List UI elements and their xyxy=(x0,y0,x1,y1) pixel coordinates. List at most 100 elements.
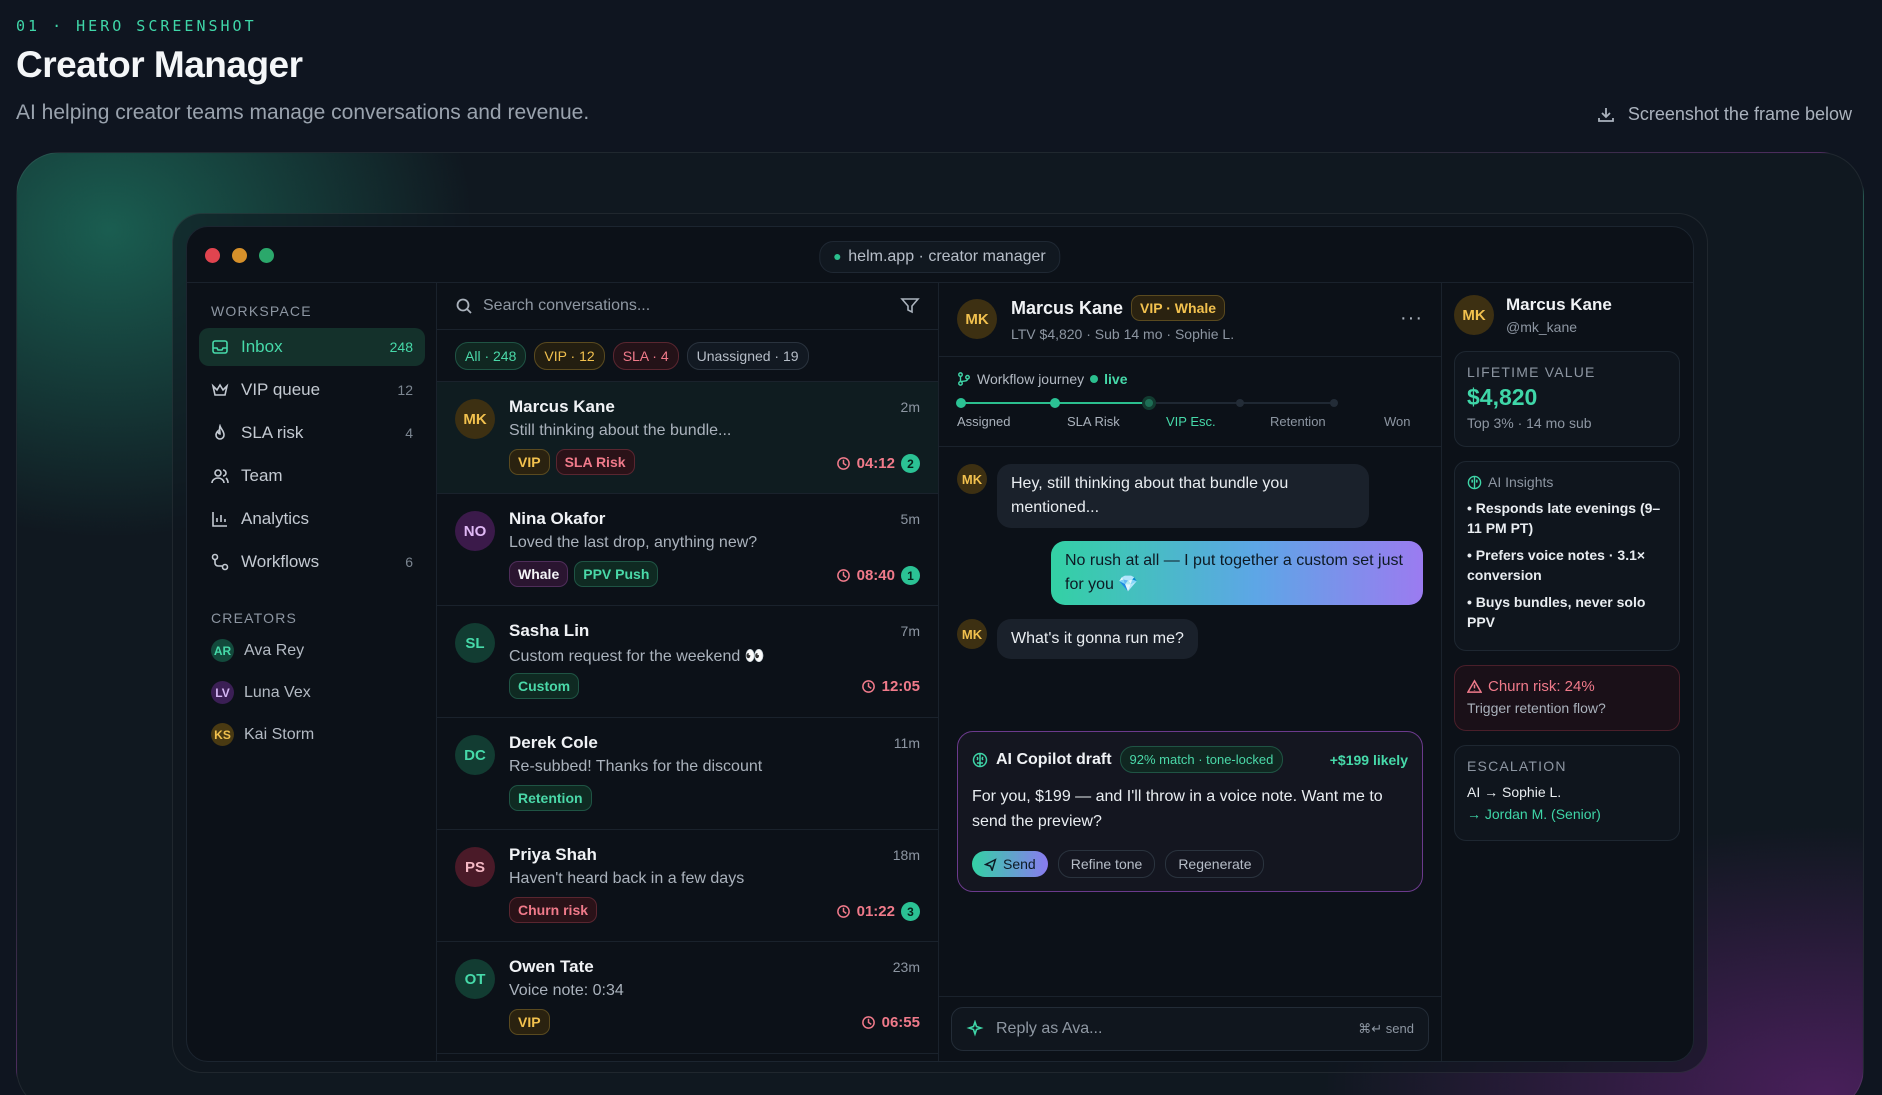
search-bar[interactable]: Search conversations... xyxy=(437,283,938,330)
conversation-preview: Haven't heard back in a few days xyxy=(509,870,745,887)
filter-unassigned[interactable]: Unassigned · 19 xyxy=(686,341,809,370)
tag-custom: Custom xyxy=(509,673,580,699)
status-dot xyxy=(834,254,841,260)
send-shortcut-hint: ⌘↵ send xyxy=(1358,1021,1414,1036)
sidebar-item-count: 12 xyxy=(397,382,413,398)
unread-badge: 3 xyxy=(901,902,920,921)
sidebar-item-label: Analytics xyxy=(241,509,310,528)
sidebar-item-analytics[interactable]: Analytics xyxy=(199,500,425,538)
refine-tone-button[interactable]: Refine tone xyxy=(1057,850,1156,878)
chat-header: MK Marcus Kane VIP · Whale LTV $4,820 · … xyxy=(939,283,1441,357)
avatar: LV xyxy=(211,681,234,704)
chat-panel: MK Marcus Kane VIP · Whale LTV $4,820 · … xyxy=(939,283,1442,1061)
send-button[interactable]: Send xyxy=(972,851,1048,877)
bar-chart-icon xyxy=(211,510,229,528)
creator-item[interactable]: LV Luna Vex xyxy=(211,681,311,704)
crown-icon xyxy=(211,381,229,399)
conversation-item[interactable]: PS Priya Shah 18m Haven't heard back in … xyxy=(437,830,938,942)
chat-contact-name: Marcus Kane xyxy=(1011,297,1124,318)
tag-churn-risk: Churn risk xyxy=(509,897,598,923)
creator-name: Ava Rey xyxy=(244,641,305,659)
tag-ppv-push: PPV Push xyxy=(574,561,659,587)
tag-retention: Retention xyxy=(509,785,592,811)
titlebar: helm.app · creator manager xyxy=(187,227,1693,283)
brain-icon xyxy=(972,752,988,767)
conversation-item[interactable]: DC Derek Cole 11m Re-subbed! Thanks for … xyxy=(437,718,938,830)
filter-icon[interactable] xyxy=(900,296,920,316)
churn-risk-card[interactable]: Churn risk: 24% Trigger retention flow? xyxy=(1454,665,1680,731)
more-icon[interactable]: ··· xyxy=(1400,307,1423,330)
insight-item: • Responds late evenings (9–11 PM PT) xyxy=(1467,500,1661,536)
conversation-item[interactable]: OT Owen Tate 23m Voice note: 0:34 VIP 06… xyxy=(437,942,938,1054)
sidebar: WORKSPACE Inbox 248 VIP queue 12 SLA ris… xyxy=(187,283,437,1061)
conversation-item[interactable]: SL Sasha Lin 7m Custom request for the w… xyxy=(437,606,938,718)
avatar: DC xyxy=(455,735,495,775)
creator-name: Kai Storm xyxy=(244,725,315,743)
reply-input[interactable]: Reply as Ava... ⌘↵ send xyxy=(951,1007,1429,1051)
creator-item[interactable]: KS Kai Storm xyxy=(211,723,314,746)
workflow-icon xyxy=(211,553,229,571)
filter-vip[interactable]: VIP · 12 xyxy=(534,341,605,370)
message-bubble-outgoing: No rush at all — I put together a custom… xyxy=(1051,541,1423,605)
reply-area: Reply as Ava... ⌘↵ send xyxy=(939,996,1442,1061)
sla-time: 08:40 xyxy=(856,567,895,584)
minimize-dot[interactable] xyxy=(232,248,247,263)
filter-all[interactable]: All · 248 xyxy=(455,341,527,370)
conversation-time: 11m xyxy=(893,735,920,751)
escalation-line: → Jordan M. (Senior) xyxy=(1467,806,1601,822)
screenshot-hint-label: Screenshot the frame below xyxy=(1627,104,1852,124)
journey-step-dot xyxy=(1330,399,1338,407)
creators-heading: CREATORS xyxy=(211,610,298,626)
screenshot-hint[interactable]: Screenshot the frame below xyxy=(1596,104,1852,125)
tag-sla-risk: SLA Risk xyxy=(555,449,635,475)
maximize-dot[interactable] xyxy=(259,248,274,263)
flame-icon xyxy=(211,424,229,442)
insight-item: • Buys bundles, never solo PPV xyxy=(1467,594,1646,630)
copilot-draft-card: AI Copilot draft 92% match · tone-locked… xyxy=(957,731,1423,892)
workflow-journey: Workflow journey live Assigned SLA Risk … xyxy=(939,357,1441,447)
workspace-heading: WORKSPACE xyxy=(211,303,312,319)
journey-step-dot-current xyxy=(1142,396,1156,410)
unread-badge: 2 xyxy=(901,454,920,473)
sidebar-item-count: 248 xyxy=(389,339,413,355)
sidebar-item-inbox[interactable]: Inbox 248 xyxy=(199,328,425,366)
conversation-name: Nina Okafor xyxy=(509,509,606,528)
journey-step-label: SLA Risk xyxy=(1067,414,1120,429)
sidebar-item-team[interactable]: Team xyxy=(199,457,425,495)
clock-icon xyxy=(836,457,850,470)
url-text: helm.app · creator manager xyxy=(848,248,1046,265)
conversation-time: 18m xyxy=(892,847,920,863)
avatar: KS xyxy=(211,723,234,746)
conversation-time: 23m xyxy=(892,959,920,975)
copilot-draft-text: For you, $199 — and I'll throw in a voic… xyxy=(972,788,1383,830)
download-icon xyxy=(1597,107,1614,122)
sla-time: 04:12 xyxy=(856,455,895,472)
avatar: OT xyxy=(455,959,495,999)
sla-time: 12:05 xyxy=(881,678,920,695)
sidebar-item-sla-risk[interactable]: SLA risk 4 xyxy=(199,414,425,452)
tag-whale: Whale xyxy=(509,561,569,587)
close-dot[interactable] xyxy=(205,248,220,263)
ltv-note: Top 3% · 14 mo sub xyxy=(1467,415,1592,431)
sidebar-item-vip-queue[interactable]: VIP queue 12 xyxy=(199,371,425,409)
sidebar-item-label: SLA risk xyxy=(241,423,304,442)
sidebar-item-workflows[interactable]: Workflows 6 xyxy=(199,543,425,581)
avatar: MK xyxy=(957,464,987,494)
regenerate-button[interactable]: Regenerate xyxy=(1165,850,1265,878)
clock-icon xyxy=(836,905,850,918)
send-icon xyxy=(984,857,997,871)
filter-sla[interactable]: SLA · 4 xyxy=(612,341,679,370)
search-input[interactable]: Search conversations... xyxy=(483,297,650,315)
journey-step-dot xyxy=(956,398,966,408)
inbox-icon xyxy=(211,338,229,356)
conversation-name: Sasha Lin xyxy=(509,621,590,640)
creator-item[interactable]: AR Ava Rey xyxy=(211,639,304,662)
sla-timer: 12:05 xyxy=(861,678,920,695)
message-bubble-incoming: Hey, still thinking about that bundle yo… xyxy=(997,464,1369,528)
conversation-item[interactable]: NO Nina Okafor 5m Loved the last drop, a… xyxy=(437,494,938,606)
sla-time: 01:22 xyxy=(856,903,895,920)
conversation-item[interactable]: MK Marcus Kane 2m Still thinking about t… xyxy=(437,382,938,494)
journey-connector xyxy=(960,402,1054,404)
profile-handle: @mk_kane xyxy=(1506,319,1578,335)
conversation-name: Derek Cole xyxy=(509,733,598,752)
